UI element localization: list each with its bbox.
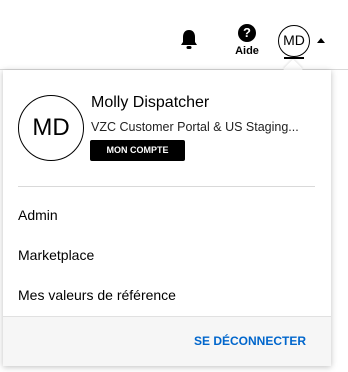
- profile-dropdown: MD Molly Dispatcher VZC Customer Portal …: [3, 70, 331, 366]
- top-bar: ? Aide MD: [0, 0, 348, 70]
- menu-item-marketplace[interactable]: Marketplace: [18, 247, 94, 263]
- help-button[interactable]: ? Aide: [232, 24, 262, 60]
- menu-item-reference-values[interactable]: Mes valeurs de référence: [18, 287, 176, 303]
- bell-icon[interactable]: [179, 29, 199, 51]
- help-label: Aide: [235, 45, 259, 57]
- caret-up-icon[interactable]: [317, 38, 325, 43]
- avatar: MD: [18, 95, 84, 161]
- divider: [18, 186, 315, 187]
- my-account-button[interactable]: MON COMPTE: [90, 140, 185, 161]
- user-context: VZC Customer Portal & US Staging...: [91, 120, 299, 134]
- user-avatar-button[interactable]: MD: [278, 25, 310, 59]
- user-name: Molly Dispatcher: [91, 94, 210, 111]
- menu-item-admin[interactable]: Admin: [18, 207, 58, 223]
- dropdown-footer: SE DÉCONNECTER: [3, 316, 331, 366]
- logout-link[interactable]: SE DÉCONNECTER: [194, 334, 306, 348]
- help-icon: ?: [238, 24, 256, 42]
